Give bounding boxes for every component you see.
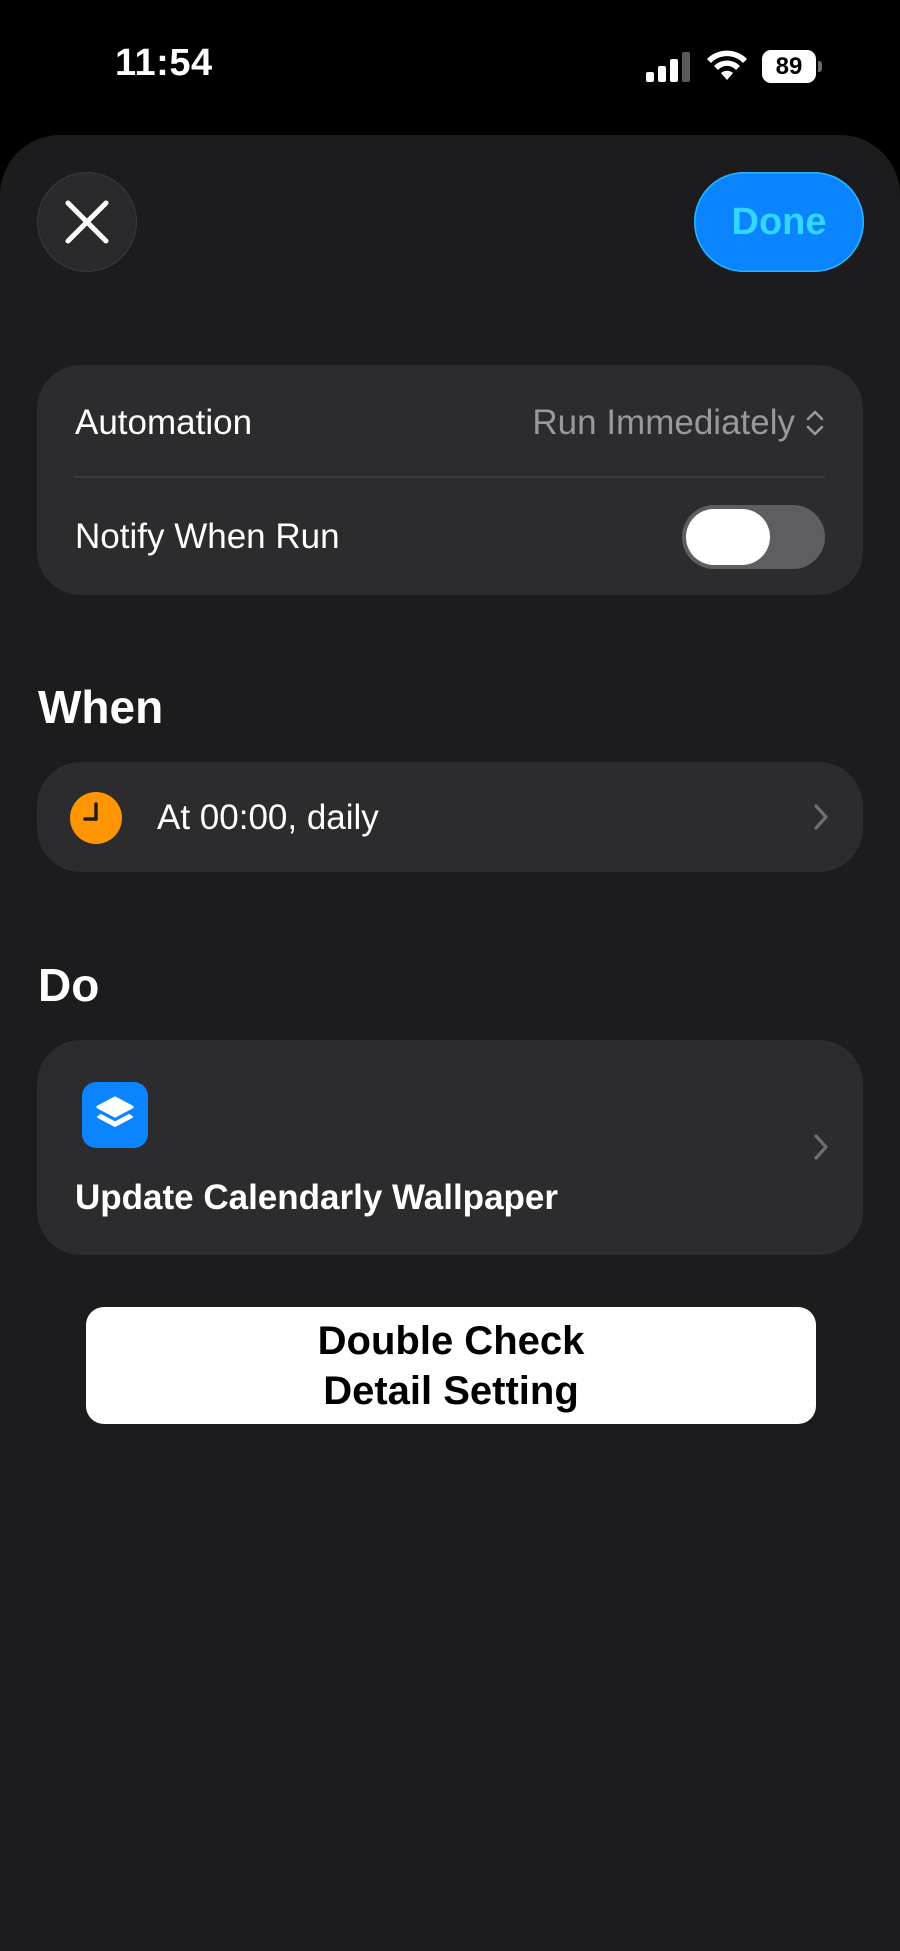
clock-icon	[70, 792, 122, 844]
notify-when-run-toggle[interactable]	[682, 505, 825, 569]
trigger-text: At 00:00, daily	[157, 798, 379, 837]
do-section-title: Do	[38, 959, 100, 1011]
when-trigger-row[interactable]: At 00:00, daily	[37, 762, 863, 872]
action-text: Update Calendarly Wallpaper	[75, 1178, 558, 1217]
status-bar: 11:54 89	[0, 0, 900, 135]
wifi-icon	[707, 50, 747, 80]
battery-level: 89	[762, 50, 816, 83]
done-button[interactable]: Done	[694, 172, 864, 272]
chevron-up-down-icon	[806, 410, 824, 436]
toggle-knob	[686, 509, 770, 565]
chevron-right-icon	[814, 1134, 828, 1160]
automation-mode-selector[interactable]: Run Immediately	[532, 403, 825, 443]
status-time: 11:54	[115, 42, 213, 84]
caption-line-1: Double Check	[317, 1318, 585, 1363]
battery-icon: 89	[762, 50, 822, 83]
do-action-row[interactable]: Update Calendarly Wallpaper	[37, 1040, 863, 1255]
row-divider	[75, 476, 825, 478]
notify-when-run-label: Notify When Run	[75, 517, 340, 556]
chevron-right-icon	[814, 804, 828, 830]
cellular-signal-icon	[646, 52, 690, 82]
automation-settings-card: Automation Run Immediately Notify When R…	[37, 365, 863, 595]
tutorial-caption: Double Check Detail Setting	[86, 1307, 816, 1424]
layers-app-icon	[82, 1082, 148, 1148]
when-section-title: When	[38, 681, 164, 733]
automation-label: Automation	[75, 403, 253, 442]
close-icon	[65, 200, 108, 243]
caption-line-2: Detail Setting	[323, 1368, 579, 1413]
close-button[interactable]	[37, 172, 137, 272]
automation-mode-value: Run Immediately	[532, 403, 795, 442]
